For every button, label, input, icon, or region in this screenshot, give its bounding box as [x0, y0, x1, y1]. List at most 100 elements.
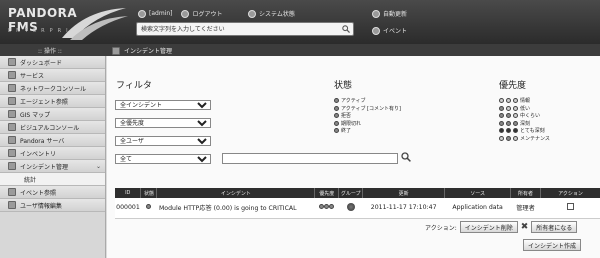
status-dot-icon — [334, 113, 339, 119]
sidebar-item-incidents[interactable]: インシデント管理 ⌄ — [0, 160, 105, 173]
priority-dot-icon — [513, 113, 518, 119]
system-status-label: システム状態 — [259, 11, 295, 18]
sidebar-item-user-edit[interactable]: ユーザ情報編集 — [0, 199, 105, 212]
group-filter-select[interactable]: 全て — [115, 154, 211, 164]
user-menu[interactable]: [admin] ログアウト — [138, 9, 223, 18]
sidebar-item-label: インシデント管理 — [20, 163, 69, 171]
sidebar-item-visual-console[interactable]: ビジュアルコンソール — [0, 121, 105, 134]
column-header-updated[interactable]: 更新 — [362, 188, 446, 198]
priority-legend-label: 中くらい — [520, 113, 541, 120]
column-header-priority[interactable]: 優先度 — [314, 188, 340, 198]
dashboard-icon — [8, 58, 16, 66]
column-header-action: アクション — [540, 188, 600, 198]
sidebar-item-pandora-servers[interactable]: Pandora サーバ — [0, 134, 105, 147]
search-input[interactable] — [137, 23, 327, 35]
delete-incident-button[interactable]: インシデント削除 — [459, 221, 518, 233]
priority-title: 優先度 — [499, 81, 527, 91]
row-select-checkbox[interactable] — [567, 203, 574, 211]
priority-dot-icon — [506, 135, 511, 141]
events-label: イベント — [383, 28, 408, 35]
status-dot-icon — [334, 105, 339, 111]
priority-dot-icon — [499, 98, 504, 104]
user-filter-select[interactable]: 全ユーザ — [115, 136, 211, 146]
status-legend-label: アクティブ — [341, 98, 366, 105]
sidebar-item-inventory[interactable]: インベントリ — [0, 147, 105, 160]
sidebar-item-label: Pandora サーバ — [20, 137, 65, 145]
status-legend-item: 期限切れ — [334, 120, 401, 128]
sidebar-item-network-console[interactable]: ネットワークコンソール — [0, 82, 105, 95]
priority-dot-icon — [499, 120, 504, 126]
priority-dot-icon — [499, 128, 504, 134]
sidebar-item-events[interactable]: イベント参照 — [0, 186, 105, 199]
sidebar-item-gis-map[interactable]: GIS マップ — [0, 108, 105, 121]
column-header-incident[interactable]: インシデント — [156, 188, 316, 198]
incident-title-link[interactable]: Module HTTP応答 (0.00) is going to CRITICA… — [156, 198, 315, 219]
search-icon[interactable] — [401, 152, 411, 162]
user-icon — [138, 9, 146, 18]
inventory-icon — [8, 149, 16, 157]
status-dot-icon — [334, 128, 339, 134]
priority-dot-icon — [506, 98, 511, 104]
priority-legend-label: とても深刻 — [520, 128, 545, 135]
status-legend-label: 拒否 — [341, 113, 352, 120]
priority-dot-icon — [506, 120, 511, 126]
priority-legend: 情報 低い 中くらい 深刻 とても深刻 メンテナンス — [499, 97, 550, 142]
sidebar-item-services[interactable]: サービス — [0, 69, 105, 82]
sidebar-item-label: ネットワークコンソール — [20, 85, 87, 93]
priority-legend-item: とても深刻 — [499, 127, 550, 135]
priority-legend-label: 深刻 — [520, 120, 531, 127]
status-title: 状態 — [334, 81, 353, 91]
sidebar-item-label: エージェント参照 — [20, 98, 68, 106]
actions-label: アクション: — [425, 224, 457, 232]
incident-filter-select[interactable]: 全インシデント — [115, 100, 211, 110]
priority-dot-icon — [513, 135, 518, 141]
network-icon — [8, 84, 16, 92]
events-icon — [372, 26, 380, 35]
priority-filter-select[interactable]: 全優先度 — [115, 118, 211, 128]
system-status[interactable]: システム状態 — [248, 9, 295, 18]
status-icon — [248, 9, 256, 18]
status-legend-item: 終了 — [334, 127, 401, 135]
updated-cell: 2011-11-17 17:10:47 — [362, 198, 445, 219]
create-incident-button[interactable]: インシデント作成 — [523, 239, 582, 251]
column-header-group[interactable]: グループ — [338, 188, 364, 198]
sidebar-subitem-statistics[interactable]: 統計 — [0, 173, 105, 186]
globe-icon — [346, 202, 355, 211]
events-link[interactable]: イベント — [372, 26, 407, 35]
refresh-icon — [372, 9, 380, 18]
column-header-owner[interactable]: 所有者 — [510, 188, 542, 198]
status-cell — [140, 198, 157, 219]
status-legend-item: アクティブ [コメント有り] — [334, 105, 401, 113]
table-row[interactable]: 000001 Module HTTP応答 (0.00) is going to … — [115, 198, 600, 219]
column-header-status[interactable]: 状態 — [140, 188, 158, 198]
page-title: インシデント管理 — [112, 46, 172, 55]
logout-icon — [181, 9, 190, 18]
search-box — [136, 22, 354, 36]
priority-dot-icon — [513, 105, 518, 111]
priority-legend-label: 情報 — [520, 98, 531, 105]
status-legend-label: アクティブ [コメント有り] — [341, 105, 401, 112]
priority-dot-icon — [513, 98, 518, 104]
sidebar-item-agent-view[interactable]: エージェント参照 — [0, 95, 105, 108]
operation-label: :: 操作 :: — [38, 48, 62, 55]
priority-dot-icon — [506, 128, 511, 134]
events-icon — [8, 188, 16, 196]
filter-title: フィルタ — [116, 81, 152, 91]
auto-refresh-label: 自動更新 — [383, 11, 408, 18]
incident-id-link[interactable]: 000001 — [115, 198, 141, 219]
top-header: PANDORA FMS ENTERPRISE [admin] ログアウト システ… — [0, 0, 600, 44]
priority-legend-item: 情報 — [499, 97, 550, 105]
main-content: フィルタ 全インシデント 全優先度 全ユーザ 全て 状態 アクティブ アクティブ… — [107, 56, 600, 258]
column-header-source[interactable]: ソース — [444, 188, 512, 198]
sidebar-item-label: イベント参照 — [20, 189, 57, 197]
text-filter-input[interactable] — [222, 153, 398, 164]
status-legend-label: 期限切れ — [341, 120, 362, 127]
auto-refresh-link[interactable]: 自動更新 — [372, 9, 407, 18]
column-header-id[interactable]: ID — [115, 188, 142, 198]
logout-link[interactable]: ログアウト — [192, 9, 222, 18]
become-owner-button[interactable]: 所有者になる — [531, 221, 578, 233]
sidebar-item-dashboard[interactable]: ダッシュボード — [0, 56, 105, 69]
status-legend-item: 拒否 — [334, 112, 401, 120]
status-dot-icon — [146, 204, 152, 210]
search-icon[interactable] — [342, 25, 350, 33]
